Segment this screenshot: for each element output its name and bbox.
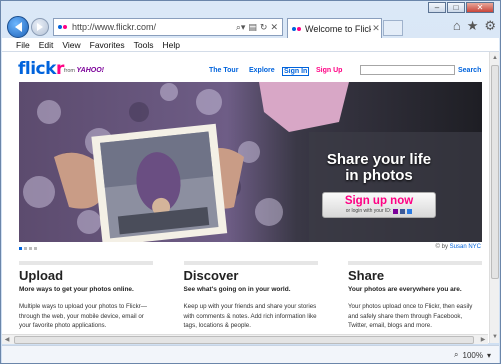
sign-up-now-button[interactable]: Sign up now or login with your ID: — [322, 192, 436, 218]
yahoo-login-icon[interactable] — [393, 208, 399, 214]
column-subtitle: See what's going on in your world. — [183, 286, 291, 293]
scroll-right-icon[interactable]: ▶ — [478, 335, 488, 345]
zoom-dropdown-icon[interactable]: ▾ — [487, 351, 491, 360]
nav-the-tour[interactable]: The Tour — [209, 67, 238, 74]
facebook-login-icon[interactable] — [400, 208, 406, 214]
menu-view[interactable]: View — [62, 40, 80, 50]
vertical-scroll-thumb[interactable] — [491, 65, 499, 279]
home-icon[interactable]: ⌂ — [453, 19, 461, 33]
column-subtitle: Your photos are everywhere you are. — [348, 286, 462, 293]
address-bar-icons: ⌕▾ ▤ ↻ ✕ — [236, 22, 278, 33]
photo-credit: © by Susan NYC — [435, 244, 481, 250]
menu-file[interactable]: File — [16, 40, 30, 50]
nav-sign-up[interactable]: Sign Up — [316, 67, 342, 74]
column-title: Discover — [183, 268, 239, 283]
column-title: Share — [348, 268, 385, 283]
hero-title: Share your life in photos — [326, 151, 432, 184]
browser-window: – □ ✕ http://www.flickr.com/ ⌕▾ ▤ ↻ ✕ We… — [0, 0, 501, 364]
column-body: Your photos upload once to Flickr, then … — [348, 303, 473, 329]
nav-sign-in[interactable]: Sign In — [282, 67, 310, 76]
discover-column: Discover See what's going on in your wor… — [183, 261, 318, 331]
address-bar[interactable]: http://www.flickr.com/ ⌕▾ ▤ ↻ ✕ — [53, 18, 283, 36]
flickr-favicon-icon — [58, 24, 68, 30]
upload-column: Upload More ways to get your photos onli… — [19, 261, 153, 331]
tab-favicon-icon — [292, 26, 302, 32]
login-options: or login with your ID: — [323, 208, 435, 214]
tab-title: Welcome to Flickr - ... — [305, 23, 371, 34]
menu-tools[interactable]: Tools — [134, 40, 154, 50]
nav-explore[interactable]: Explore — [249, 67, 275, 74]
scroll-down-icon[interactable]: ▼ — [490, 331, 500, 343]
column-body: Keep up with your friends and share your… — [183, 303, 317, 329]
feature-columns: Upload More ways to get your photos onli… — [19, 261, 482, 331]
column-divider — [348, 261, 482, 265]
menu-favorites[interactable]: Favorites — [90, 40, 125, 50]
share-column: Share Your photos are everywhere you are… — [348, 261, 482, 331]
column-divider — [183, 261, 318, 265]
menu-bar: File Edit View Favorites Tools Help — [2, 38, 499, 52]
search-button[interactable]: Search — [458, 67, 481, 74]
scroll-up-icon[interactable]: ▲ — [490, 52, 500, 64]
slide-dot[interactable] — [34, 247, 37, 250]
forward-arrow-icon — [37, 23, 43, 31]
column-title: Upload — [19, 268, 64, 283]
flickr-logo[interactable]: flickr — [18, 59, 64, 79]
column-subtitle: More ways to get your photos online. — [19, 286, 134, 293]
menu-edit[interactable]: Edit — [39, 40, 54, 50]
tools-gear-icon[interactable]: ⚙ — [484, 19, 496, 33]
new-tab-button[interactable] — [383, 20, 403, 36]
refresh-icon[interactable]: ↻ — [260, 22, 268, 33]
from-yahoo-label: from YAHOO! — [64, 67, 105, 74]
hero-overlay: Share your life in photos Sign up now or… — [299, 152, 459, 218]
hero-image: Share your life in photos Sign up now or… — [19, 82, 482, 242]
slideshow-indicator — [19, 247, 37, 250]
sign-up-now-label: Sign up now — [344, 195, 414, 207]
slide-dot[interactable] — [29, 247, 32, 250]
column-divider — [19, 261, 153, 265]
flickr-header: flickr from YAHOO! The Tour Explore Sign… — [2, 52, 499, 82]
minimize-button[interactable]: – — [428, 2, 446, 13]
horizontal-scroll-thumb[interactable] — [14, 336, 474, 344]
slide-dot[interactable] — [24, 247, 27, 250]
photo-credit-link[interactable]: Susan NYC — [450, 244, 481, 250]
scroll-left-icon[interactable]: ◀ — [2, 335, 12, 345]
zoom-control[interactable]: ⌕ 100% ▾ — [454, 350, 491, 360]
navigation-bar: http://www.flickr.com/ ⌕▾ ▤ ↻ ✕ Welcome … — [5, 15, 498, 39]
toolbar-icons: ⌂ ★ ⚙ — [453, 19, 496, 33]
forward-button[interactable] — [31, 18, 49, 36]
tab-flickr[interactable]: Welcome to Flickr - ... ✕ — [287, 18, 382, 38]
zoom-level: 100% — [462, 350, 483, 360]
vertical-scrollbar[interactable]: ▲ ▼ — [489, 52, 499, 343]
horizontal-scrollbar[interactable]: ◀ ▶ — [2, 334, 488, 344]
search-dropdown-icon[interactable]: ⌕▾ — [236, 22, 246, 33]
stop-icon[interactable]: ✕ — [270, 22, 278, 33]
column-body: Multiple ways to upload your photos to F… — [19, 303, 147, 329]
close-window-button[interactable]: ✕ — [466, 2, 494, 13]
status-bar: ⌕ 100% ▾ — [2, 345, 499, 363]
back-button[interactable] — [7, 16, 29, 38]
menu-help[interactable]: Help — [162, 40, 179, 50]
favorites-star-icon[interactable]: ★ — [467, 19, 479, 33]
google-login-icon[interactable] — [407, 208, 413, 214]
compatibility-view-icon[interactable]: ▤ — [248, 22, 257, 33]
window-controls: – □ ✕ — [427, 2, 494, 13]
search-input[interactable] — [360, 65, 455, 75]
back-arrow-icon — [14, 22, 22, 32]
zoom-magnifier-icon: ⌕ — [454, 350, 459, 359]
maximize-button[interactable]: □ — [447, 2, 465, 13]
tab-close-icon[interactable]: ✕ — [371, 23, 381, 34]
web-page: flickr from YAHOO! The Tour Explore Sign… — [2, 52, 499, 343]
slide-dot[interactable] — [19, 247, 22, 250]
address-url[interactable]: http://www.flickr.com/ — [72, 22, 236, 32]
